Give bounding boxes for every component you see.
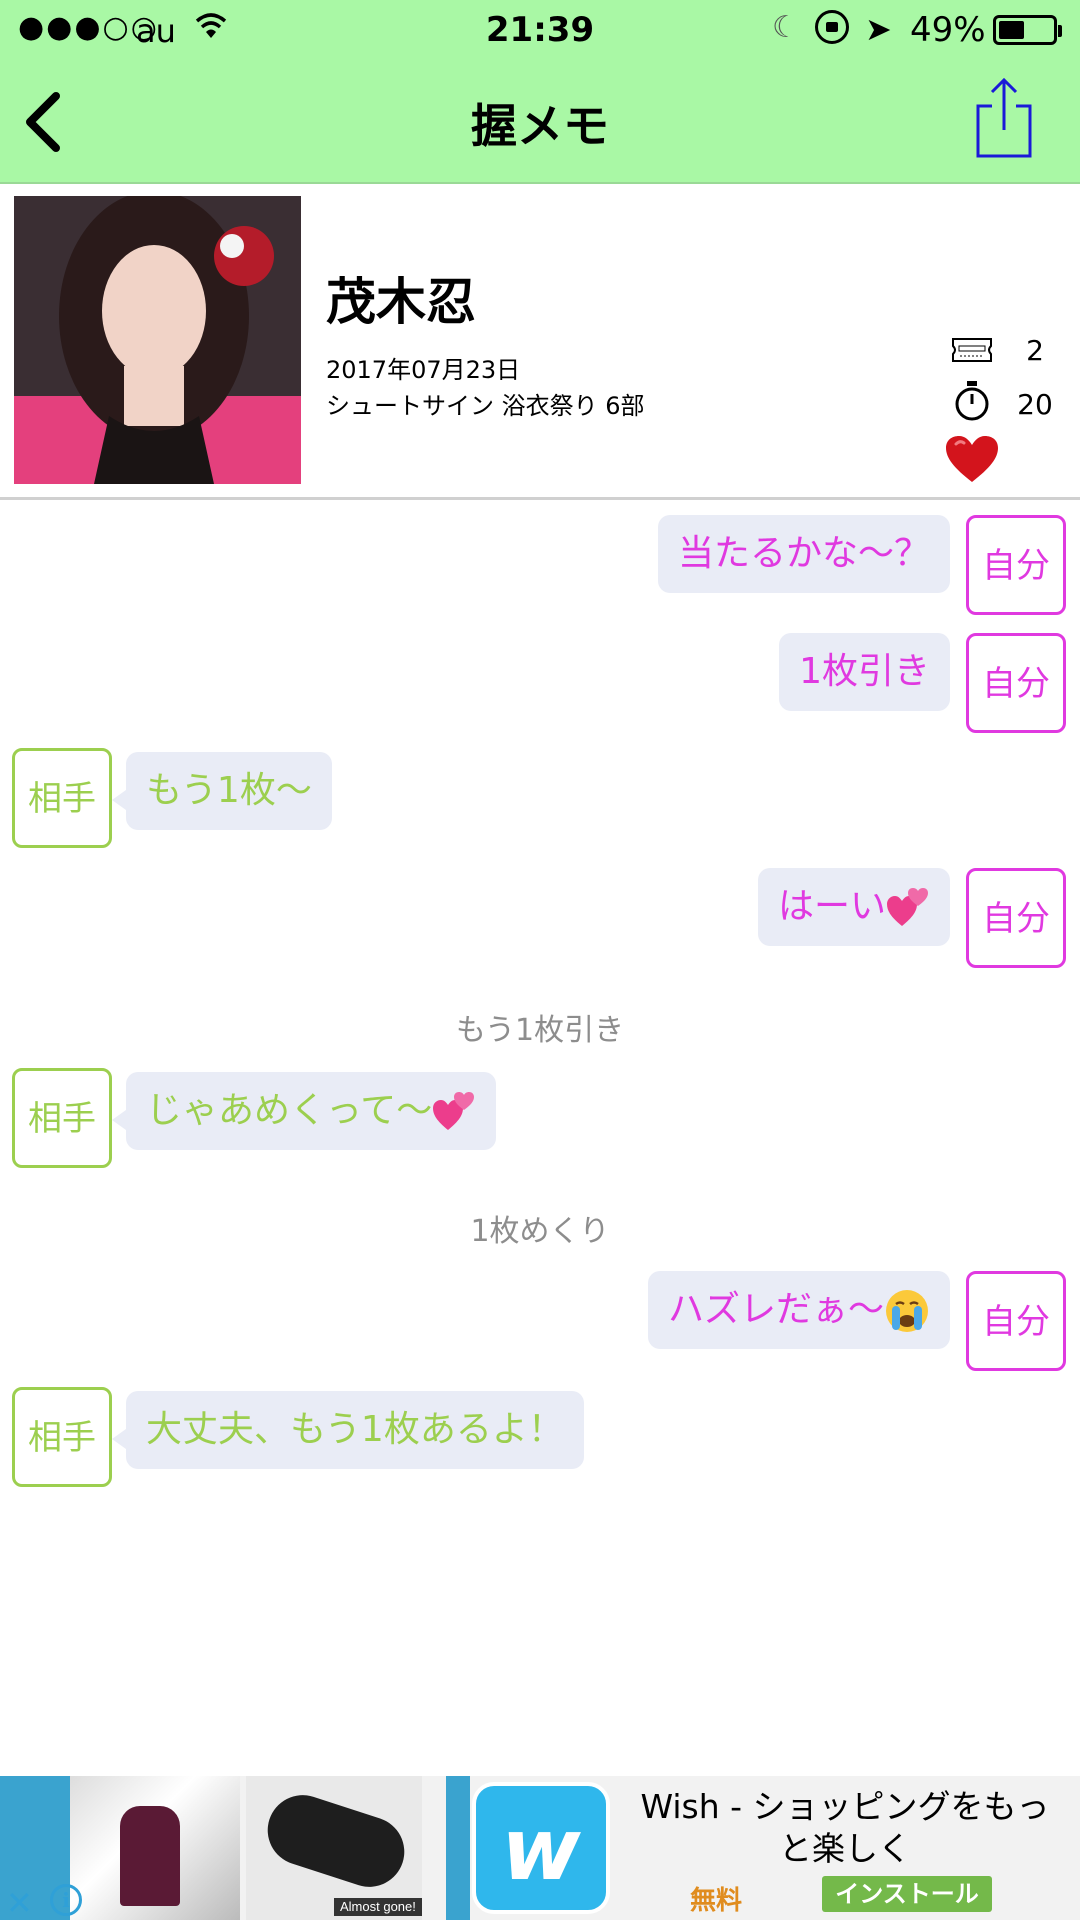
message-text: 1枚引き bbox=[799, 651, 930, 692]
memo-event: シュートサイン 浴衣祭り 6部 bbox=[326, 392, 645, 420]
ad-thumb-label: Almost gone! bbox=[334, 1898, 422, 1916]
ad-price: 無料 bbox=[690, 1886, 743, 1916]
chat-bubble-other: じゃあめくって〜 bbox=[126, 1072, 497, 1150]
page-title: 握メモ bbox=[471, 99, 609, 153]
ad-image-subject bbox=[120, 1806, 180, 1906]
sender-tag-other: 相手 bbox=[12, 1068, 112, 1168]
ad-banner[interactable]: Almost gone! w Wish - ショッピングをもっと楽しく 無料 イ… bbox=[0, 1776, 1080, 1920]
member-photo bbox=[14, 196, 301, 484]
chat-bubble-self: 当たるかな〜？ bbox=[657, 515, 950, 593]
status-bar: ●●●○○ au 21:39 ☾ ➤ 49% bbox=[0, 0, 1080, 58]
seconds-count: 20 bbox=[1017, 388, 1053, 421]
ad-close-icon[interactable]: ✕ bbox=[6, 1884, 33, 1920]
message-text: 大丈夫、もう1枚あるよ！ bbox=[146, 1409, 564, 1450]
ad-divider bbox=[446, 1776, 470, 1920]
ticket-count: 2 bbox=[1026, 334, 1044, 367]
chat-bubble-self: ハズレだぁ〜 bbox=[647, 1271, 950, 1349]
ad-image-subject bbox=[258, 1786, 414, 1896]
two-hearts-emoji bbox=[887, 888, 928, 926]
ad-info-icon[interactable]: i bbox=[50, 1884, 82, 1916]
chat-bubble-self: 1枚引き bbox=[779, 633, 950, 711]
message-text: もう1枚〜 bbox=[146, 770, 312, 811]
chat-log: 当たるかな〜？ 自分 1枚引き 自分 相手 もう1枚〜 はーい 自分 もう1枚引… bbox=[0, 500, 1080, 1776]
nav-bar: 握メモ bbox=[0, 58, 1080, 184]
sender-tag-self: 自分 bbox=[966, 515, 1066, 615]
battery-percent: 49% bbox=[910, 10, 986, 50]
wish-app-icon: w bbox=[472, 1782, 610, 1914]
chat-bubble-other: 大丈夫、もう1枚あるよ！ bbox=[126, 1391, 584, 1469]
sender-tag-other: 相手 bbox=[12, 748, 112, 848]
bubble-tail bbox=[112, 790, 126, 810]
moon-icon: ☾ bbox=[772, 10, 799, 45]
sender-tag-self: 自分 bbox=[966, 633, 1066, 733]
ticket-icon bbox=[950, 336, 994, 364]
system-message: もう1枚引き bbox=[455, 1013, 625, 1048]
share-icon bbox=[976, 77, 1032, 158]
install-button[interactable]: インストール bbox=[822, 1876, 992, 1912]
rotation-lock-icon bbox=[815, 10, 849, 44]
message-text: じゃあめくって〜 bbox=[146, 1090, 433, 1131]
memo-profile-card: 茂木忍 2017年07月23日 シュートサイン 浴衣祭り 6部 2 20 bbox=[0, 184, 1080, 500]
crying-face-emoji bbox=[886, 1290, 928, 1332]
sender-tag-self: 自分 bbox=[966, 1271, 1066, 1371]
battery-fill bbox=[999, 21, 1025, 39]
chat-bubble-self: はーい bbox=[757, 868, 950, 946]
ad-image-dress bbox=[0, 1776, 240, 1920]
bubble-tail bbox=[112, 1110, 126, 1130]
ad-image-speaker: Almost gone! bbox=[246, 1776, 422, 1920]
message-text: 当たるかな〜？ bbox=[677, 533, 930, 574]
system-message: 1枚めくり bbox=[470, 1214, 610, 1249]
message-text: ハズレだぁ〜 bbox=[667, 1289, 884, 1330]
stopwatch-icon bbox=[954, 380, 990, 422]
sender-tag-other: 相手 bbox=[12, 1387, 112, 1487]
memo-date: 2017年07月23日 bbox=[326, 356, 521, 384]
ad-title: Wish - ショッピングをもっと楽しく bbox=[640, 1787, 1050, 1868]
location-arrow-icon: ➤ bbox=[865, 10, 892, 48]
battery-icon bbox=[993, 15, 1062, 45]
member-name: 茂木忍 bbox=[326, 273, 476, 331]
two-hearts-emoji bbox=[433, 1092, 475, 1130]
bubble-tail bbox=[112, 1429, 126, 1449]
heart-icon[interactable] bbox=[944, 434, 1000, 486]
message-text: はーい bbox=[777, 886, 886, 927]
share-button[interactable] bbox=[972, 76, 1036, 160]
sender-tag-self: 自分 bbox=[966, 868, 1066, 968]
chat-bubble-other: もう1枚〜 bbox=[126, 752, 332, 830]
app-logo-letter: w bbox=[501, 1800, 581, 1900]
